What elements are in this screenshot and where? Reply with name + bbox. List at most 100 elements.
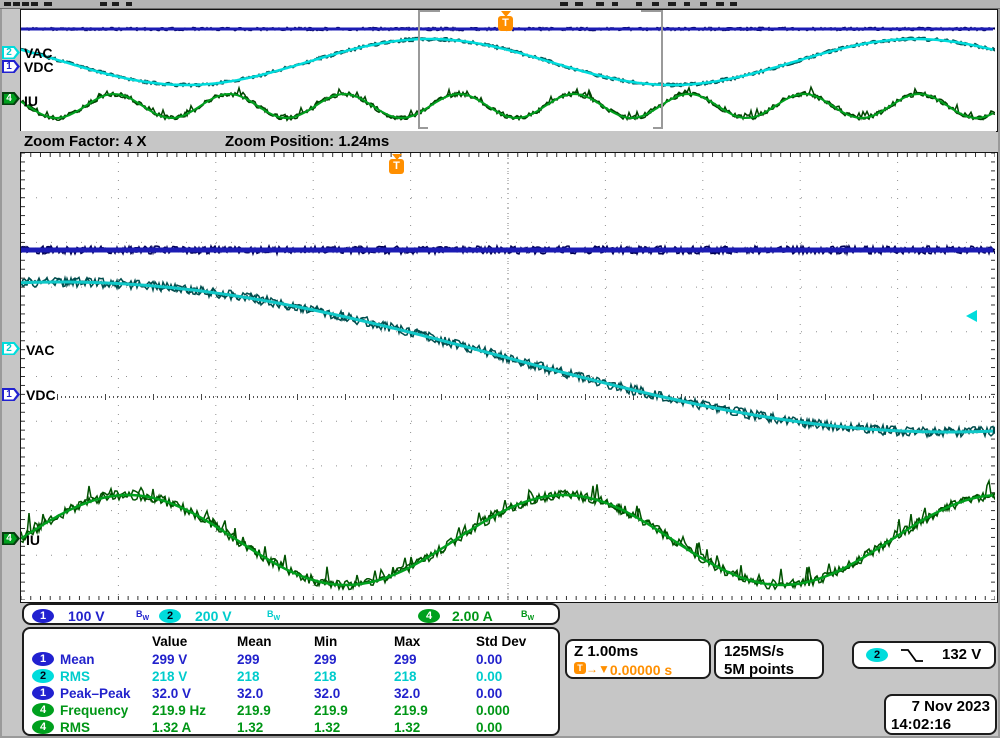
trigger-flag-icon: T [574,662,586,674]
channel-2-badge[interactable]: 2 [159,609,181,623]
measurement-value: 0.00 [476,686,502,701]
zoom-waveform-panel: T VAC VDC IU [20,152,998,603]
zoom-ch2-marker[interactable]: 2 [2,342,20,355]
measurement-row: 2RMS218 V2182182180.00 [24,668,562,685]
clipped-text-fragment [596,2,604,6]
overview-ch1-label: VDC [24,60,54,74]
trigger-time-value: 0.00000 s [610,662,672,678]
measurement-value: 32.0 [314,686,340,701]
channel-4-badge[interactable]: 4 [418,609,440,623]
measurement-name: Peak–Peak [60,686,131,701]
overview-ch1-marker[interactable]: 1 [2,60,20,73]
bandwidth-limit-icon: BW [267,609,280,622]
zoom-info-bar: Zoom Factor: 4 X Zoom Position: 1.24ms [20,131,996,152]
acquisition-box[interactable]: 125MS/s 5M points [714,639,824,679]
measurement-row: 4Frequency219.9 Hz219.9219.9219.90.000 [24,702,562,719]
trigger-flag[interactable]: T [498,16,513,31]
clipped-text-fragment [31,2,38,6]
channel-4-badge: 4 [32,720,54,734]
measurement-value: 0.00 [476,720,502,735]
col-header-min: Min [314,634,337,649]
overview-waveform-panel: T VAC VDC IU [20,9,998,132]
clipped-text-fragment [700,2,707,6]
trigger-source-badge: 2 [866,648,888,662]
measurement-value: 0.00 [476,652,502,667]
measurement-value: 299 [314,652,337,667]
measurement-value: 299 [237,652,260,667]
overview-ch4-label: IU [24,94,38,108]
overview-ch2-label: VAC [24,46,53,60]
zoom-timebase-label: Z 1.00ms [574,643,638,660]
measurement-value: 218 [394,669,417,684]
measurement-name: Mean [60,652,95,667]
measurement-value: 218 V [152,669,187,684]
zoom-window-corner [418,10,440,12]
time-value: 14:02:16 [891,716,951,733]
channel-2-scale[interactable]: 200 V [195,608,232,624]
zoom-ch2-label: VAC [26,343,55,357]
measurement-value: 299 V [152,652,187,667]
trigger-delay-marker: ▼ [598,662,610,676]
measurement-value: 219.9 [394,703,428,718]
record-length: 5M points [724,661,794,678]
measurement-value: 32.0 [394,686,420,701]
trigger-level-arrow[interactable] [966,310,977,322]
zoom-window-corner [418,127,428,129]
zoom-ch1-marker[interactable]: 1 [2,388,20,401]
clipped-text-fragment [13,2,20,6]
measurement-value: 1.32 [237,720,263,735]
measurement-value: 219.9 [314,703,348,718]
channel-1-badge[interactable]: 1 [32,609,54,623]
zoom-window-corner [641,10,663,12]
zoom-ch1-label: VDC [26,388,56,402]
trigger-delay-arrow: → [586,662,598,676]
measurement-value: 32.0 V [152,686,191,701]
datetime-box: 7 Nov 2023 14:02:16 [884,694,997,735]
col-header-value: Value [152,634,187,649]
channel-4-scale[interactable]: 2.00 A [452,608,493,624]
measurement-name: RMS [60,720,90,735]
overview-ch2-marker[interactable]: 2 [2,46,20,59]
overview-ch4-marker[interactable]: 4 [2,92,20,105]
clipped-text-fragment [112,2,119,6]
bandwidth-limit-icon: BW [521,609,534,622]
measurement-value: 219.9 Hz [152,703,206,718]
measurement-value: 0.000 [476,703,510,718]
measurement-value: 1.32 A [152,720,191,735]
trigger-flag[interactable]: T [389,159,404,174]
clipped-text-fragment [652,2,659,6]
clipped-text-fragment [44,2,52,6]
bandwidth-limit-icon: BW [136,609,149,622]
trigger-level-value: 132 V [942,646,981,663]
trigger-status-box[interactable]: 2 132 V [852,641,996,669]
zoom-factor-label: Zoom Factor: 4 X [24,134,147,149]
measurement-value: 0.00 [476,669,502,684]
zoom-window-left-edge[interactable] [418,10,420,129]
zoom-ch4-label: IU [26,533,40,547]
measurement-value: 218 [237,669,260,684]
clipped-text-fragment [4,2,11,6]
channel-2-badge: 2 [32,669,54,683]
clipped-text-fragment [668,2,676,6]
clipped-text-fragment [22,2,29,6]
clipped-text-fragment [716,2,724,6]
measurement-name: Frequency [60,703,128,718]
measurement-value: 218 [314,669,337,684]
zoom-ch4-marker[interactable]: 4 [2,532,20,545]
col-header-stddev: Std Dev [476,634,526,649]
falling-edge-icon [900,648,924,663]
zoom-timebase-box[interactable]: Z 1.00ms T→▼0.00000 s [565,639,711,679]
measurements-table: Value Mean Min Max Std Dev 1Mean299 V299… [22,627,560,736]
zoom-position-label: Zoom Position: 1.24ms [225,134,389,149]
col-header-mean: Mean [237,634,272,649]
top-clipped-text-strip [0,0,1000,9]
measurement-row: 4 RMS 1.32 A 1.32 1.32 1.32 0.00 [24,719,562,736]
channel-1-scale[interactable]: 100 V [68,608,105,624]
zoom-waves [21,153,995,600]
zoom-window-corner [653,127,663,129]
measurement-value: 1.32 [394,720,420,735]
zoom-window-right-edge[interactable] [661,10,663,129]
measurement-value: 1.32 [314,720,340,735]
channel-1-badge: 1 [32,686,54,700]
channel-1-badge: 1 [32,652,54,666]
